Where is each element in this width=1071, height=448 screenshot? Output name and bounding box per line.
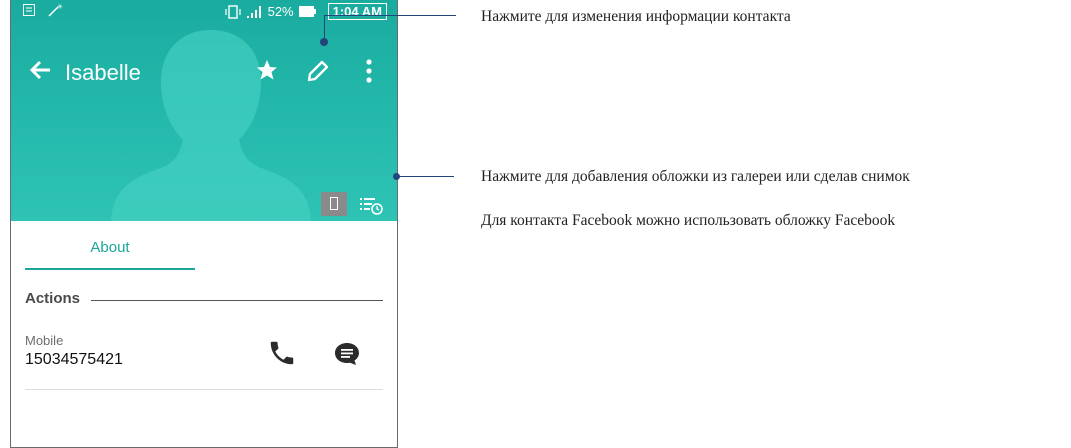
callout-line	[324, 15, 456, 16]
more-vert-icon[interactable]	[357, 58, 381, 84]
svg-text:✳: ✳	[57, 3, 63, 11]
message-icon[interactable]	[333, 340, 361, 368]
cover-photo-icon[interactable]	[321, 192, 347, 216]
tab-about[interactable]: About	[25, 233, 195, 271]
list-clock-icon[interactable]	[357, 194, 385, 216]
callout-edit-contact: Нажмите для изменения информации контакт…	[481, 8, 791, 25]
contact-name: Isabelle	[65, 60, 141, 85]
phone-number[interactable]: 15034575421	[25, 351, 123, 369]
status-bar: ✳ 52% 1:04 AM	[11, 0, 397, 22]
notification-icon	[23, 4, 35, 16]
signal-icon	[246, 5, 261, 18]
magic-wand-icon: ✳	[48, 3, 63, 17]
callout-dot	[393, 173, 400, 180]
battery-icon	[298, 6, 316, 17]
callout-facebook-cover: Для контакта Facebook можно использовать…	[481, 212, 896, 229]
callout-cover-gallery: Нажмите для добавления обложки из галере…	[481, 168, 910, 185]
back-arrow-icon[interactable]	[27, 56, 55, 84]
phone-screen: ✳ 52% 1:04 AM Isabelle About Actions Mob…	[10, 0, 398, 448]
battery-percent: 52%	[267, 4, 294, 19]
vibrate-icon	[224, 4, 241, 19]
row-divider	[25, 389, 383, 390]
app-bar: Isabelle	[11, 48, 397, 98]
clock-time: 1:04 AM	[327, 3, 387, 20]
edit-icon[interactable]	[305, 58, 331, 84]
section-divider	[91, 300, 383, 301]
phone-type-label: Mobile	[25, 333, 64, 348]
star-icon[interactable]	[255, 58, 279, 82]
tab-indicator	[25, 268, 195, 270]
callout-line	[396, 176, 454, 177]
actions-heading: Actions	[25, 290, 81, 307]
callout-dot	[320, 38, 328, 46]
phone-icon[interactable]	[267, 338, 297, 368]
contact-cover-header[interactable]: ✳ 52% 1:04 AM Isabelle	[11, 0, 397, 221]
